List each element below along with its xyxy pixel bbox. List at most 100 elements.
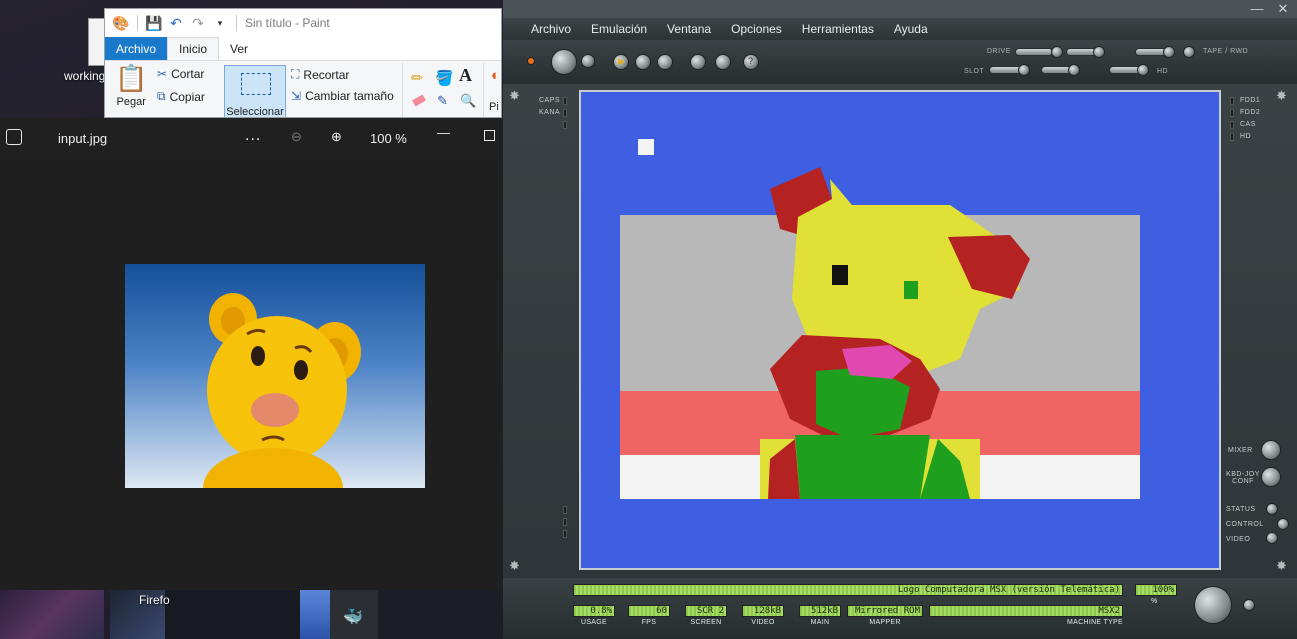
select-label: Seleccionar xyxy=(226,106,284,118)
fdd2-label: FDD2 xyxy=(1240,109,1261,116)
save-icon[interactable]: 💾 xyxy=(145,15,162,31)
paint-ribbon-tabs: Archivo Inicio Ver xyxy=(105,37,501,61)
machine-type-display: MSX2 xyxy=(929,605,1123,617)
emulator-toolbar: ▶ ? DRIVE SLOT TAPE / RWD HD xyxy=(503,40,1297,84)
menu-opciones[interactable]: Opciones xyxy=(731,22,782,36)
menu-herramientas[interactable]: Herramientas xyxy=(802,22,874,36)
drive-a-eject[interactable] xyxy=(1051,46,1063,58)
photos-viewer-window: input.jpg ... ⊖ ⊕ 100 % — ✕ xyxy=(0,118,558,590)
play-button[interactable]: ▶ xyxy=(613,54,629,70)
power-knob[interactable] xyxy=(551,49,577,75)
redo-icon[interactable]: ↷ xyxy=(190,15,206,31)
minimize-icon[interactable]: — xyxy=(1247,1,1267,17)
color-picker-icon[interactable]: ✎ xyxy=(437,93,448,109)
pause-button[interactable] xyxy=(635,54,651,70)
resize-button[interactable]: ⇲ Cambiar tamaño xyxy=(291,89,394,103)
more-options-button[interactable]: ... xyxy=(245,127,261,145)
tab-archivo[interactable]: Archivo xyxy=(105,37,168,60)
select-button[interactable]: Seleccionar xyxy=(224,65,286,118)
divider xyxy=(137,15,138,31)
desktop-thumb-4[interactable] xyxy=(300,590,330,639)
yellow-bear-image xyxy=(203,293,361,488)
maximize-icon[interactable] xyxy=(484,130,495,141)
tape-rewind[interactable] xyxy=(1183,46,1195,58)
disk-button[interactable] xyxy=(690,54,706,70)
viewer-titlebar: input.jpg ... ⊖ ⊕ 100 % — ✕ xyxy=(0,118,558,160)
copy-button[interactable]: ⧉ Copiar xyxy=(157,89,205,104)
gallery-icon[interactable] xyxy=(6,129,22,145)
emulator-menubar: Archivo Emulación Ventana Opciones Herra… xyxy=(503,18,1297,40)
zoom-in-icon[interactable]: ⊕ xyxy=(331,129,342,145)
paint-titlebar: 🎨 💾 ↶ ↷ ▾ Sin título - Paint xyxy=(105,9,501,37)
msx-screen[interactable] xyxy=(579,90,1221,570)
volume-reset[interactable] xyxy=(1243,599,1255,611)
crop-icon: ⛶ xyxy=(291,67,300,81)
screen-label: SCREEN xyxy=(690,619,722,626)
menu-archivo[interactable]: Archivo xyxy=(531,22,571,36)
tape-eject[interactable] xyxy=(1163,46,1175,58)
stop-button[interactable] xyxy=(657,54,673,70)
resize-label: Cambiar tamaño xyxy=(305,89,394,103)
msx-emulator-window: — ✕ Archivo Emulación Ventana Opciones H… xyxy=(503,0,1297,639)
status-label: STATUS xyxy=(1226,506,1256,513)
tab-ver[interactable]: Ver xyxy=(219,37,259,60)
usage-label: USAGE xyxy=(580,619,607,626)
drive-b-eject[interactable] xyxy=(1093,46,1105,58)
close-icon[interactable]: ✕ xyxy=(1273,1,1293,17)
desktop-thumb-5[interactable] xyxy=(378,590,503,639)
selection-icon xyxy=(241,73,271,95)
volume-knob[interactable] xyxy=(1194,586,1232,624)
copy-icon: ⧉ xyxy=(157,89,166,103)
fdd1-label: FDD1 xyxy=(1240,97,1261,104)
brush-icon[interactable]: ◐ xyxy=(491,67,500,84)
caps-label: CAPS xyxy=(539,97,561,104)
customize-dropdown-icon[interactable]: ▾ xyxy=(212,15,228,31)
tab-inicio[interactable]: Inicio xyxy=(167,37,220,60)
eraser-icon[interactable] xyxy=(412,94,426,107)
displayed-photo xyxy=(125,264,425,488)
msx-rendered-image xyxy=(620,139,1140,499)
hd-led xyxy=(1230,133,1234,141)
drive-a-slider[interactable] xyxy=(1015,48,1053,56)
kbd-joy-conf-label: KBD-JOY CONF xyxy=(1226,471,1260,485)
slot-a-eject[interactable] xyxy=(1018,64,1030,76)
menu-ayuda[interactable]: Ayuda xyxy=(894,22,928,36)
zoom-out-icon[interactable]: ⊖ xyxy=(291,129,302,145)
settings-button[interactable] xyxy=(715,54,731,70)
pencil-icon[interactable]: ✏ xyxy=(411,69,424,87)
help-button[interactable]: ? xyxy=(743,54,759,70)
desktop-icon-label[interactable]: working xyxy=(64,69,105,83)
mixer-label: MIXER xyxy=(1228,447,1253,454)
fill-bucket-icon[interactable]: 🪣 xyxy=(435,69,454,87)
hd-eject[interactable] xyxy=(1137,64,1149,76)
desktop-firefox-label[interactable]: Firefo xyxy=(139,593,170,607)
brushes-label[interactable]: Pi xyxy=(489,101,499,113)
status-toggle[interactable] xyxy=(1266,503,1278,515)
reset-button[interactable] xyxy=(581,54,595,68)
mixer-knob[interactable] xyxy=(1261,440,1281,460)
fps-label: FPS xyxy=(641,619,657,626)
hd-label: HD xyxy=(1157,68,1169,75)
cut-button[interactable]: ✂ Cortar xyxy=(157,67,204,81)
magnifier-icon[interactable]: 🔍 xyxy=(460,93,476,109)
text-tool-icon[interactable]: A xyxy=(459,65,472,86)
paste-button[interactable]: 📋 Pegar xyxy=(115,63,147,108)
desktop-thumb-1[interactable] xyxy=(0,590,104,639)
desktop-thumb-3[interactable] xyxy=(165,590,300,639)
divider xyxy=(483,63,484,117)
pixel-bear-art xyxy=(760,167,1030,499)
menu-emulacion[interactable]: Emulación xyxy=(591,22,647,36)
video-toggle[interactable] xyxy=(1266,532,1278,544)
menu-ventana[interactable]: Ventana xyxy=(667,22,711,36)
docker-thumb[interactable]: 🐳 xyxy=(330,590,378,639)
slot-b-eject[interactable] xyxy=(1068,64,1080,76)
bottom-led-3 xyxy=(563,530,567,538)
undo-icon[interactable]: ↶ xyxy=(168,15,184,31)
desktop-thumbnails: 🐳 xyxy=(0,590,503,639)
caps-led xyxy=(563,97,567,105)
zoom-level[interactable]: 100 % xyxy=(370,131,407,146)
control-toggle[interactable] xyxy=(1277,518,1289,530)
kbd-joy-conf-knob[interactable] xyxy=(1261,467,1281,487)
crop-button[interactable]: ⛶ Recortar xyxy=(291,67,349,82)
minimize-icon[interactable]: — xyxy=(437,125,450,140)
